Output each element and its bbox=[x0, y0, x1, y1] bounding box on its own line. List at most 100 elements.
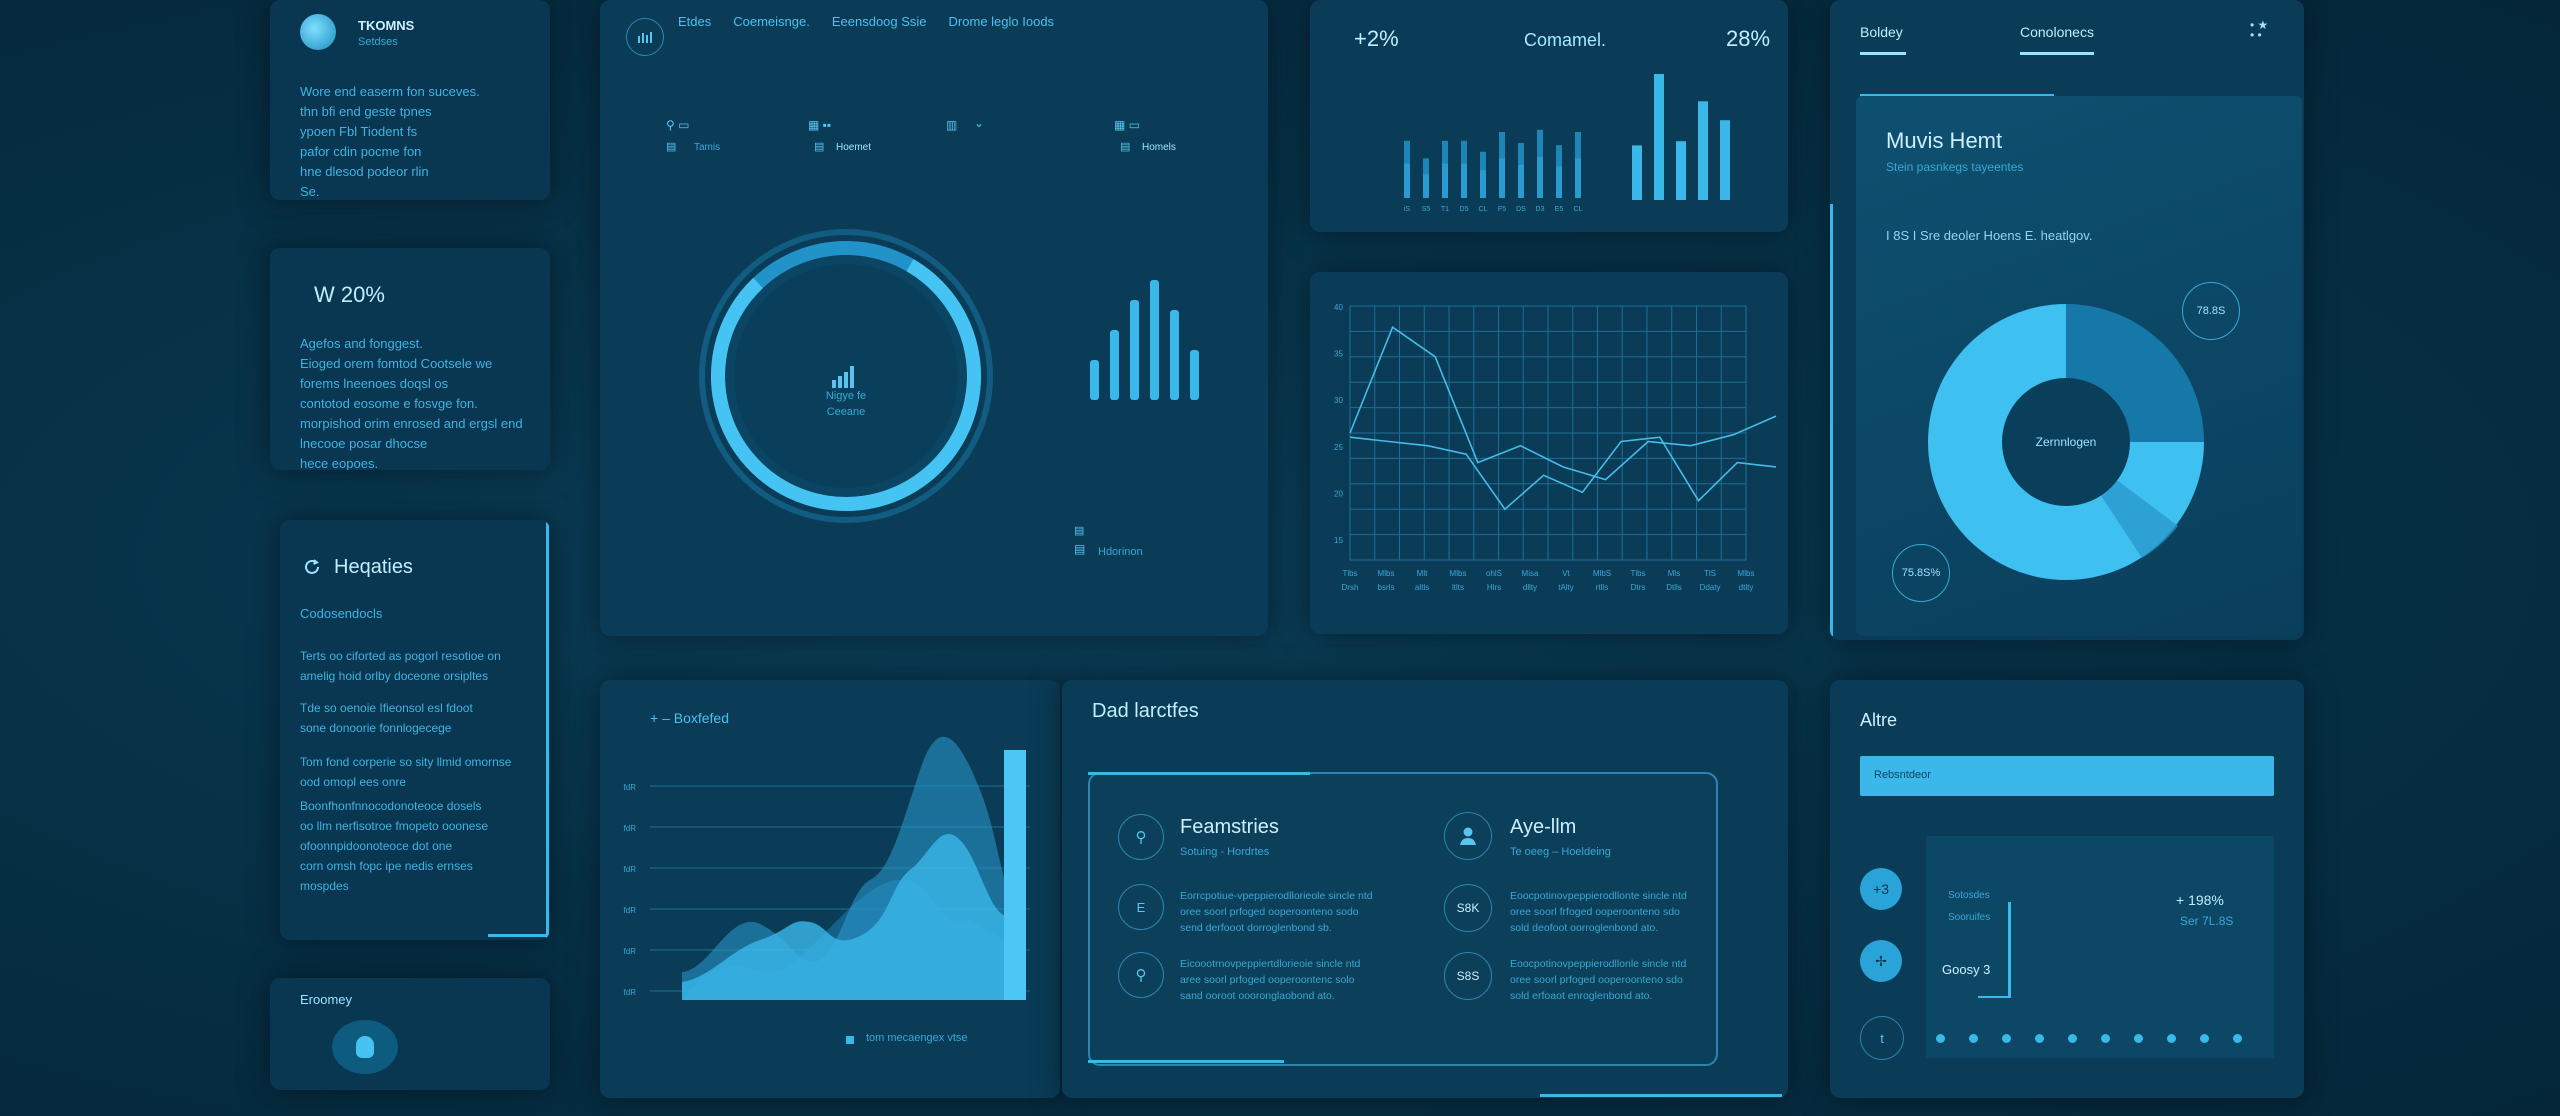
pagination-dot[interactable] bbox=[2068, 1034, 2077, 1043]
line-chart: 40 35 30 25 20 15 Tlbs Drsh Mlbs bsrls Mlt altls Mlb… bbox=[1334, 303, 1777, 592]
tile-homels[interactable]: ▦ ▭ ▤ Homels bbox=[1100, 110, 1228, 162]
nav-item-etdes[interactable]: Etdes bbox=[678, 14, 711, 29]
heqaties-para-2: Tde so oenoie Ifieonsol esl fdoot sone do… bbox=[300, 701, 473, 735]
x-tick-label: Mlt bbox=[1417, 569, 1428, 578]
economy-icon[interactable] bbox=[332, 1020, 398, 1074]
movie-card: Boldey Conolonecs • ★ • • Muvis Hemt Stei… bbox=[1830, 0, 2304, 640]
x-tick-label: tAlty bbox=[1558, 583, 1574, 592]
search-bar[interactable]: Rebsntdeor bbox=[1860, 756, 2274, 796]
nav-item-coemeisnge[interactable]: Coemeisnge. bbox=[733, 14, 810, 29]
pagination-dot[interactable] bbox=[2167, 1034, 2176, 1043]
ring-label: Nigye fe Ceeane bbox=[825, 390, 867, 418]
pagination-dot[interactable] bbox=[2233, 1034, 2242, 1043]
tile-hoemet[interactable]: ▦ ▪▪ ▤ Hoemet bbox=[796, 110, 924, 162]
x-tick-label: dllty bbox=[1523, 583, 1537, 592]
series-line-1 bbox=[1349, 325, 1777, 481]
avatar[interactable] bbox=[300, 14, 336, 50]
top-bar-tick: CL bbox=[1479, 206, 1488, 213]
top-left-stat: +2% bbox=[1354, 26, 1399, 51]
more-icon[interactable]: • ★ • • bbox=[2250, 19, 2268, 41]
x-tick-label: TlS bbox=[1704, 569, 1716, 578]
stat-card: W 20% Agefos and fonggest. Eioged orem f… bbox=[270, 248, 550, 470]
tile-tamis[interactable]: ⚲ ▭ ▤ Tamis bbox=[636, 110, 764, 162]
tile-bars[interactable]: ▥ ⌄ bbox=[940, 110, 1068, 162]
pagination-dot[interactable] bbox=[2101, 1034, 2110, 1043]
altre-label-1: Sotosdes bbox=[1948, 890, 1990, 901]
top-bar-5 bbox=[1480, 170, 1486, 198]
top-bar-bright-1 bbox=[1632, 145, 1642, 200]
legend-swatch bbox=[846, 1036, 854, 1044]
area-y-tick: fdR bbox=[624, 988, 637, 997]
features-title: Dad larctfes bbox=[1092, 700, 1199, 722]
x-tick-label: rtlls bbox=[1596, 583, 1608, 592]
heqaties-para-4: Boonfhonfnnocodonoteoce dosels oo llm ner… bbox=[300, 799, 489, 893]
area-y-tick: fdR bbox=[624, 947, 637, 956]
doc-icon: ▤ bbox=[814, 141, 825, 153]
series-line-2 bbox=[1349, 436, 1777, 511]
sparkle-button[interactable]: ✢ bbox=[1860, 940, 1902, 982]
pagination-dot[interactable] bbox=[2002, 1034, 2011, 1043]
y-tick-label: 25 bbox=[1334, 443, 1343, 452]
pagination-dot[interactable] bbox=[2200, 1034, 2209, 1043]
top-bar-tick: D5 bbox=[1460, 206, 1469, 213]
location-pin-icon: ⚲ bbox=[1118, 814, 1164, 860]
x-tick-label: ohlS bbox=[1486, 569, 1502, 578]
nav-item-eeensdoog[interactable]: Eeensdoog Ssie bbox=[832, 14, 927, 29]
bar-3 bbox=[1130, 300, 1139, 400]
top-center-title: Comamel. bbox=[1524, 30, 1607, 50]
altre-label-2: Sooruifes bbox=[1948, 912, 1991, 923]
area-y-tick: fdR bbox=[624, 865, 637, 874]
features-frame-accent-bottom bbox=[1088, 1060, 1284, 1063]
top-bar-tick: iS bbox=[1404, 206, 1411, 213]
add-circle-button[interactable]: +3 bbox=[1860, 868, 1902, 910]
location-pin-icon: ⚲ bbox=[1118, 952, 1164, 998]
doc-icon: ▤ bbox=[1074, 542, 1086, 556]
top-bar-chart: iS S5 T1 D5 CL F5 DS D3 E5 CL bbox=[1404, 74, 1730, 213]
refresh-icon[interactable] bbox=[302, 557, 322, 577]
x-tick-label: Misa bbox=[1522, 569, 1539, 578]
x-tick-label: altls bbox=[1415, 583, 1429, 592]
pagination-dot[interactable] bbox=[1969, 1034, 1978, 1043]
chart-nav-icon[interactable] bbox=[626, 18, 664, 56]
top-bar-8 bbox=[1537, 157, 1543, 198]
bar-2 bbox=[1110, 330, 1119, 400]
y-tick-label: 15 bbox=[1334, 536, 1343, 545]
x-tick-label: Dtrs bbox=[1631, 583, 1646, 592]
feature-4-text: Eoocpotinovpeppierodllonte sincle ntd ore… bbox=[1510, 890, 1687, 934]
top-bar-10 bbox=[1575, 158, 1581, 198]
top-bar-tick: F5 bbox=[1498, 206, 1506, 213]
donut-center-label: Zernnlogen bbox=[2036, 435, 2097, 449]
top-bar-7 bbox=[1518, 165, 1524, 198]
nav-item-drome[interactable]: Drome leglo Ioods bbox=[949, 14, 1055, 29]
features-frame-accent bbox=[1088, 772, 1310, 775]
mini-bar-chart bbox=[1090, 280, 1199, 400]
top-bar-tick: D3 bbox=[1536, 206, 1545, 213]
economy-card: Eroomey bbox=[270, 978, 550, 1090]
x-tick-label: bsrls bbox=[1378, 583, 1395, 592]
bottom-accent-line bbox=[1540, 1094, 1782, 1097]
tab-boldey[interactable]: Boldey bbox=[1860, 24, 1903, 40]
info-circle-button[interactable]: t bbox=[1860, 1016, 1904, 1060]
top-bar-tick: CL bbox=[1574, 206, 1583, 213]
x-tick-label: Mls bbox=[1668, 569, 1680, 578]
pagination-dot[interactable] bbox=[2035, 1034, 2044, 1043]
x-tick-label: Hlrs bbox=[1487, 583, 1501, 592]
x-tick-label: Mlbs bbox=[1738, 569, 1755, 578]
pagination-dot[interactable] bbox=[1936, 1034, 1945, 1043]
feature-3-text: Eorrcpotiue-vpeppierodllorieole sincle n… bbox=[1180, 890, 1373, 934]
movie-subtitle: Stein pasnkegs tayeentes bbox=[1886, 160, 2024, 174]
legend-icon: ▤ bbox=[1074, 525, 1085, 537]
top-bar-bright-5 bbox=[1720, 120, 1730, 200]
x-tick-label: Mlbs bbox=[1378, 569, 1395, 578]
legend-label: Hdorinon bbox=[1098, 546, 1143, 558]
economy-title: Eroomey bbox=[300, 992, 353, 1007]
top-bar-9 bbox=[1556, 166, 1562, 198]
altre-title: Altre bbox=[1860, 710, 1898, 730]
x-tick-label: MlbS bbox=[1593, 569, 1611, 578]
tile-label: Hoemet bbox=[836, 142, 872, 153]
heqaties-title: Heqaties bbox=[334, 556, 413, 578]
pagination-dot[interactable] bbox=[2134, 1034, 2143, 1043]
tab-conolonecs[interactable]: Conolonecs bbox=[2020, 24, 2094, 40]
accent-line-left bbox=[1830, 204, 1833, 636]
top-bar-tick: T1 bbox=[1441, 206, 1449, 213]
